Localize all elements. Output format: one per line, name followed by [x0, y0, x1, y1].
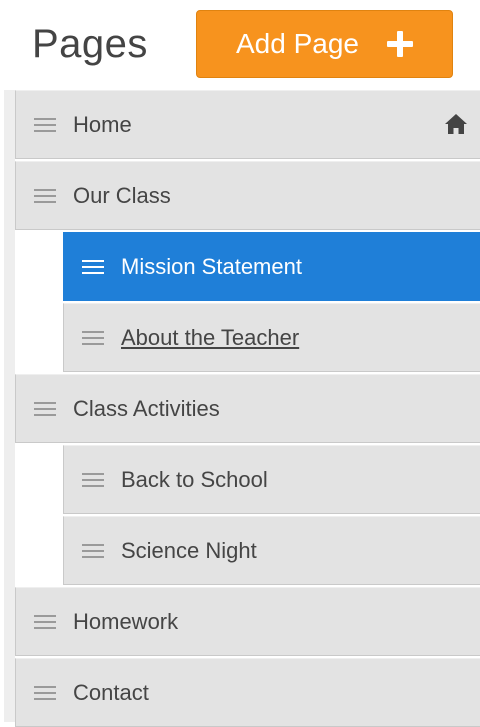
- page-item-home[interactable]: Home: [15, 90, 480, 159]
- home-icon: [445, 114, 467, 134]
- page-item-label: Home: [73, 111, 132, 137]
- page-item-back-to-school[interactable]: Back to School: [63, 445, 480, 514]
- page-item-label: Our Class: [73, 182, 171, 208]
- page-item-label: Mission Statement: [121, 253, 302, 279]
- page-item-label: Back to School: [121, 466, 268, 492]
- drag-handle-icon[interactable]: [34, 117, 56, 132]
- page-item-label: Class Activities: [73, 395, 220, 421]
- drag-handle-icon[interactable]: [82, 330, 104, 345]
- page-item-science-night[interactable]: Science Night: [63, 516, 480, 585]
- pages-header: Pages Add Page: [0, 0, 480, 90]
- page-item-label: Contact: [73, 679, 149, 705]
- page-item-mission-statement[interactable]: Mission Statement: [63, 232, 480, 301]
- page-item-contact[interactable]: Contact: [15, 658, 480, 727]
- tree-rail: [4, 90, 15, 722]
- plus-icon: [387, 31, 413, 57]
- page-item-label: Homework: [73, 608, 179, 634]
- page-title: Pages: [32, 22, 148, 66]
- page-item-homework[interactable]: Homework: [15, 587, 480, 656]
- drag-handle-icon[interactable]: [82, 472, 104, 487]
- drag-handle-icon[interactable]: [34, 685, 56, 700]
- page-item-about-the-teacher[interactable]: About the Teacher: [63, 303, 480, 372]
- drag-handle-icon[interactable]: [82, 543, 104, 558]
- page-item-our-class[interactable]: Our Class: [15, 161, 480, 230]
- drag-handle-icon[interactable]: [34, 401, 56, 416]
- page-item-class-activities[interactable]: Class Activities: [15, 374, 480, 443]
- drag-handle-icon[interactable]: [34, 614, 56, 629]
- page-item-label: Science Night: [121, 537, 257, 563]
- page-tree: Home Our Class Mission Statement About t…: [0, 90, 480, 727]
- add-page-label: Add Page: [236, 28, 359, 59]
- page-item-label[interactable]: About the Teacher: [121, 325, 299, 351]
- drag-handle-icon[interactable]: [82, 259, 104, 274]
- drag-handle-icon[interactable]: [34, 188, 56, 203]
- add-page-button[interactable]: Add Page: [196, 10, 453, 78]
